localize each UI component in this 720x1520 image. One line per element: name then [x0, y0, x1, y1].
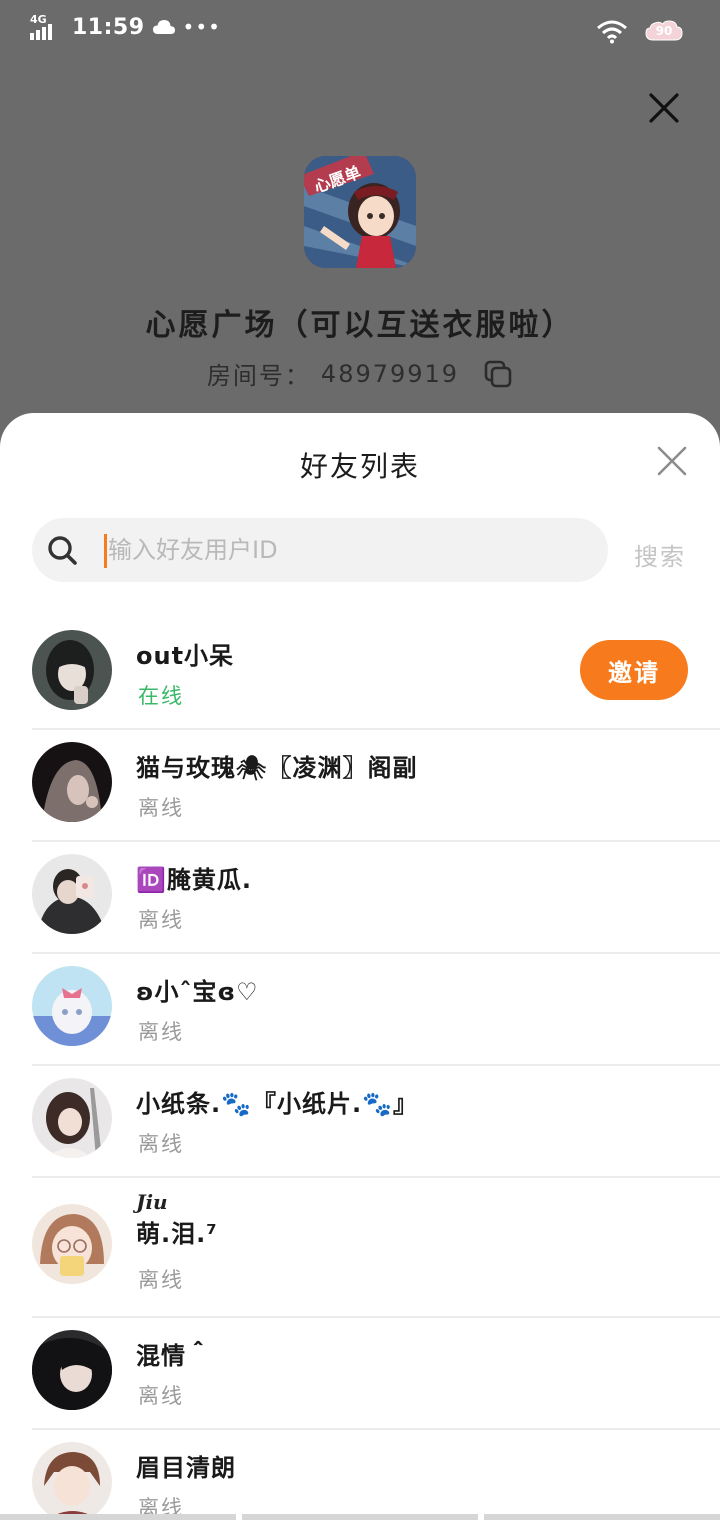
room-name: 心愿广场（可以互送衣服啦）: [145, 308, 575, 343]
room-id-label: 房间号：: [206, 362, 311, 390]
friend-name-script: Jiu: [136, 1190, 168, 1214]
avatar: [32, 742, 112, 822]
friend-name-block: Jiu 萌.泪.⁷: [136, 1190, 218, 1249]
friend-item[interactable]: 小纸条.🐾『小纸片.🐾』 离线: [0, 1066, 720, 1178]
friend-name: 混情＾: [136, 1342, 211, 1370]
search-button[interactable]: 搜索: [634, 537, 686, 572]
friend-item[interactable]: ʚ小ˆ宝ɞ♡ 离线: [0, 954, 720, 1066]
friend-item[interactable]: 眉目清朗 离线: [0, 1430, 720, 1520]
status-bar: 4G 11:59 ••• 90: [0, 0, 720, 64]
more-notifications-icon: •••: [182, 15, 221, 39]
friend-list: out小呆 在线 邀请 猫与玫瑰🕷〖凌渊〗阁副 离线 🆔腌黄瓜. 离线 ʚ小ˆ宝…: [0, 618, 720, 1520]
friend-status-offline: 离线: [138, 1384, 184, 1408]
sheet-title: 好友列表: [299, 450, 420, 483]
avatar: [32, 1078, 112, 1158]
friend-item[interactable]: 🆔腌黄瓜. 离线: [0, 842, 720, 954]
avatar: [32, 854, 112, 934]
friend-name: 小纸条.🐾『小纸片.🐾』: [136, 1090, 418, 1118]
search-input[interactable]: [108, 528, 588, 572]
friend-name: ʚ小ˆ宝ɞ♡: [136, 978, 259, 1006]
friend-item[interactable]: out小呆 在线 邀请: [0, 618, 720, 730]
search-box[interactable]: [32, 518, 608, 582]
text-cursor: [104, 534, 107, 568]
search-icon: [48, 536, 77, 565]
home-indicator: [0, 1514, 720, 1520]
copy-icon[interactable]: [483, 359, 513, 389]
wifi-icon: [597, 20, 627, 44]
cellular-signal-icon: 4G: [30, 14, 64, 40]
avatar: [32, 630, 112, 710]
friend-item[interactable]: 猫与玫瑰🕷〖凌渊〗阁副 离线: [0, 730, 720, 842]
friend-status-offline: 离线: [138, 796, 184, 820]
friend-name: 猫与玫瑰🕷〖凌渊〗阁副: [136, 754, 418, 782]
avatar: [32, 966, 112, 1046]
friend-status-offline: 离线: [138, 908, 184, 932]
friend-item[interactable]: 混情＾ 离线: [0, 1318, 720, 1430]
invite-button[interactable]: 邀请: [580, 640, 688, 700]
friend-status-offline: 离线: [138, 1268, 184, 1292]
battery-icon: 90: [644, 18, 684, 46]
avatar: [32, 1330, 112, 1410]
friend-list-sheet: 好友列表 搜索 out小呆 在线 邀请: [0, 413, 720, 1520]
room-id-row: 房间号： 48979919: [0, 356, 720, 391]
friend-status-offline: 离线: [138, 1132, 184, 1156]
friend-name: 萌.泪.⁷: [136, 1220, 218, 1248]
room-id-value: 48979919: [320, 359, 460, 388]
friend-item[interactable]: Jiu 萌.泪.⁷ 离线: [0, 1178, 720, 1318]
avatar: [32, 1204, 112, 1284]
friend-name: out小呆: [136, 642, 235, 670]
close-sheet-icon[interactable]: [656, 445, 688, 477]
status-time: 11:59: [72, 14, 145, 40]
avatar: [32, 1442, 112, 1520]
friend-name: 眉目清朗: [136, 1454, 236, 1482]
friend-status-offline: 离线: [138, 1020, 184, 1044]
close-room-icon[interactable]: [648, 92, 680, 124]
cloud-icon: [152, 20, 175, 34]
room-cover-image: 心愿单: [304, 156, 416, 268]
friend-status-online: 在线: [138, 684, 184, 708]
friend-name: 🆔腌黄瓜.: [136, 866, 252, 894]
